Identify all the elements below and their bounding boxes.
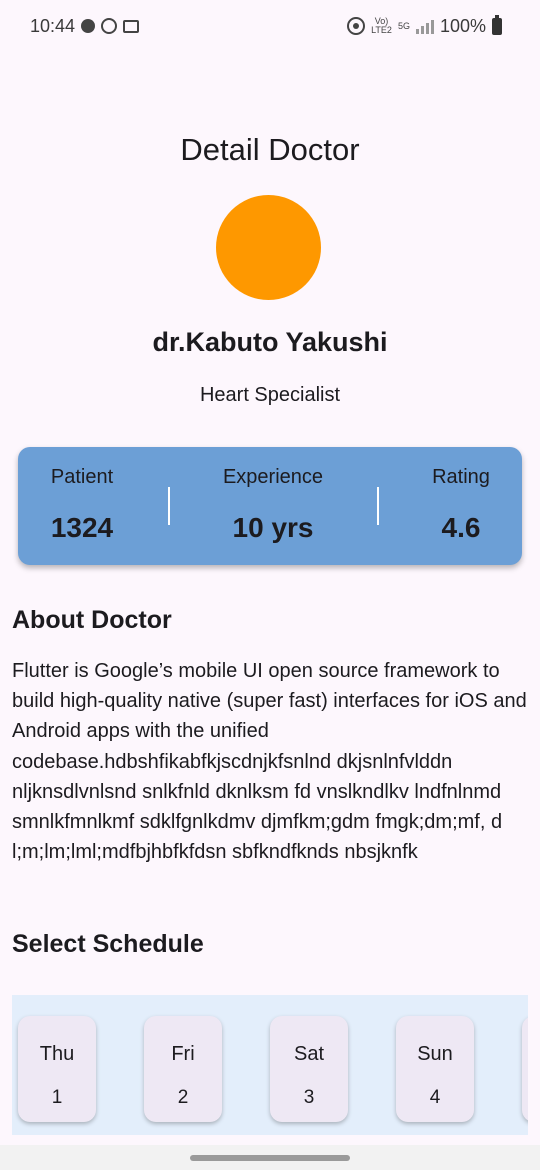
doctor-avatar xyxy=(216,195,321,300)
whatsapp-icon xyxy=(101,18,118,34)
day-name: Fri xyxy=(171,1043,195,1065)
stat-value: 1324 xyxy=(50,512,114,543)
status-time: 10:44 xyxy=(30,15,76,36)
network-type-label: 5G xyxy=(397,20,410,31)
stat-label: Rating xyxy=(432,466,490,488)
day-card-thu[interactable]: Thu 1 xyxy=(18,1016,96,1122)
stat-divider xyxy=(168,487,170,525)
status-bar: 10:44 Vo) LTE2 5G 100% xyxy=(0,0,540,52)
stat-rating: Rating 4.6 xyxy=(416,447,506,565)
about-title: About Doctor xyxy=(12,606,172,634)
day-card-partial[interactable] xyxy=(522,1016,528,1122)
doctor-name: dr.Kabuto Yakushi xyxy=(152,327,388,357)
stat-value: 10 yrs xyxy=(232,512,314,543)
schedule-strip[interactable]: Thu 1 Fri 2 Sat 3 Sun 4 xyxy=(12,995,528,1135)
day-card-sun[interactable]: Sun 4 xyxy=(396,1016,474,1122)
about-text: Flutter is Google’s mobile UI open sourc… xyxy=(12,660,527,864)
status-left: 10:44 xyxy=(30,15,140,37)
schedule-title: Select Schedule xyxy=(12,930,204,958)
day-name: Sun xyxy=(417,1043,453,1065)
stat-label: Experience xyxy=(222,466,324,488)
battery-percent: 100% xyxy=(439,15,486,36)
notification-dot-icon xyxy=(81,19,96,33)
day-card-sat[interactable]: Sat 3 xyxy=(270,1016,348,1122)
day-name: Thu xyxy=(39,1043,75,1065)
hotspot-icon xyxy=(347,17,366,35)
day-date: 4 xyxy=(429,1087,441,1108)
signal-icon xyxy=(415,18,434,34)
navigation-bar xyxy=(0,1145,540,1170)
stats-card: Patient 1324 Experience 10 yrs Rating 4.… xyxy=(18,447,522,565)
day-name: Sat xyxy=(293,1043,325,1065)
stat-patient: Patient 1324 xyxy=(32,447,132,565)
stat-divider xyxy=(377,487,379,525)
news-icon xyxy=(123,19,140,33)
page-title: Detail Doctor xyxy=(180,132,360,167)
doctor-specialty: Heart Specialist xyxy=(199,384,341,406)
day-date: 3 xyxy=(303,1087,315,1108)
volte-indicator: Vo) LTE2 xyxy=(371,17,392,35)
day-date: 2 xyxy=(177,1087,189,1108)
day-card-fri[interactable]: Fri 2 xyxy=(144,1016,222,1122)
status-right: Vo) LTE2 5G 100% xyxy=(347,14,502,37)
home-indicator[interactable] xyxy=(190,1155,350,1161)
battery-icon xyxy=(492,14,502,35)
stat-value: 4.6 xyxy=(441,512,481,543)
day-date: 1 xyxy=(51,1087,63,1108)
lte-label: LTE2 xyxy=(371,25,392,35)
stat-label: Patient xyxy=(50,466,114,488)
stat-experience: Experience 10 yrs xyxy=(208,447,338,565)
